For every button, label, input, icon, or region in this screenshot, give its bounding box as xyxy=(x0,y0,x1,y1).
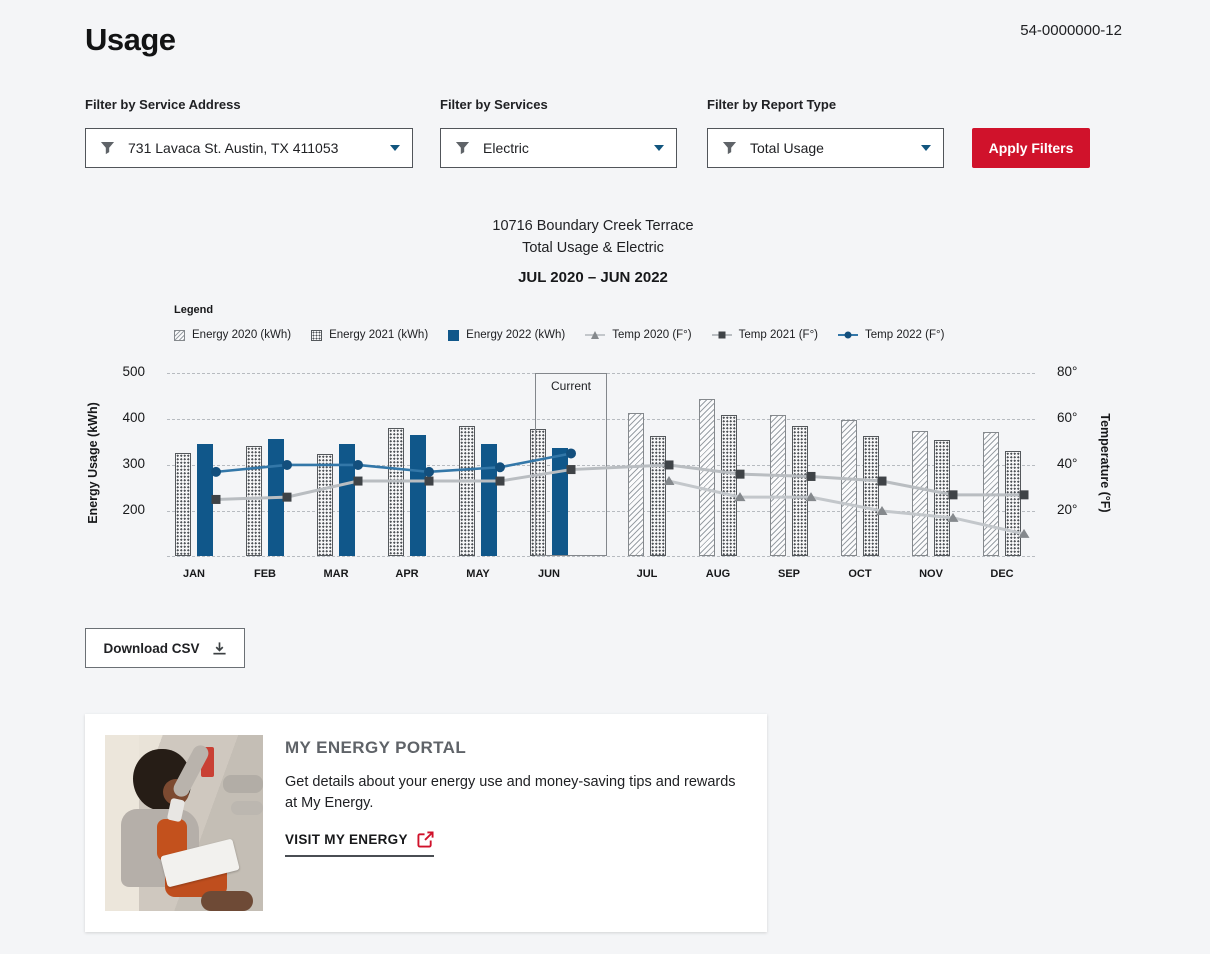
account-number: 54-0000000-12 xyxy=(1020,22,1122,39)
visit-my-energy-label: VISIT MY ENERGY xyxy=(285,832,408,847)
y-right-tick: 60° xyxy=(1057,410,1101,425)
month-label-sep: SEP xyxy=(759,568,819,580)
services-value: Electric xyxy=(483,140,646,156)
month-label-aug: AUG xyxy=(688,568,748,580)
services-dropdown[interactable]: Electric xyxy=(440,128,677,168)
marker-temp-2021-f- xyxy=(736,470,745,479)
chart-plot-area: Current xyxy=(167,373,1035,556)
marker-temp-2022-f- xyxy=(282,460,292,470)
y-left-tick: 500 xyxy=(99,364,145,379)
y-left-tick: 300 xyxy=(99,456,145,471)
legend-label: Temp 2020 (F°) xyxy=(612,329,691,341)
legend-marker-circle xyxy=(838,329,858,341)
chevron-down-icon xyxy=(921,145,931,151)
chart-title-block: 10716 Boundary Creek Terrace Total Usage… xyxy=(0,218,1186,286)
marker-temp-2021-f- xyxy=(567,465,576,474)
marker-temp-2021-f- xyxy=(949,490,958,499)
marker-temp-2022-f- xyxy=(424,467,434,477)
month-label-dec: DEC xyxy=(972,568,1032,580)
y-right-tick: 20° xyxy=(1057,502,1101,517)
chart-legend: Legend Energy 2020 (kWh) Energy 2021 (kWh… xyxy=(174,304,944,341)
external-link-icon xyxy=(417,831,434,848)
month-label-mar: MAR xyxy=(306,568,366,580)
filter-funnel-icon xyxy=(722,141,737,156)
marker-temp-2021-f- xyxy=(496,477,505,486)
apply-filters-button[interactable]: Apply Filters xyxy=(972,128,1090,168)
marker-temp-2021-f- xyxy=(283,493,292,502)
download-csv-label: Download CSV xyxy=(103,641,199,656)
legend-label: Temp 2021 (F°) xyxy=(739,329,818,341)
month-label-oct: OCT xyxy=(830,568,890,580)
chart-subtitle: Total Usage & Electric xyxy=(0,240,1186,256)
filter-funnel-icon xyxy=(455,141,470,156)
download-icon xyxy=(212,641,227,656)
legend-marker-square xyxy=(712,329,732,341)
month-label-feb: FEB xyxy=(235,568,295,580)
y-left-tick: 200 xyxy=(99,502,145,517)
chevron-down-icon xyxy=(654,145,664,151)
marker-temp-2021-f- xyxy=(878,477,887,486)
service-address-value: 731 Lavaca St. Austin, TX 411053 xyxy=(128,140,382,156)
portal-body: Get details about your energy use and mo… xyxy=(285,772,737,814)
legend-items: Energy 2020 (kWh) Energy 2021 (kWh) Energy… xyxy=(174,329,944,341)
marker-temp-2021-f- xyxy=(665,460,674,469)
legend-item: Temp 2022 (F°) xyxy=(838,329,944,341)
month-label-may: MAY xyxy=(448,568,508,580)
marker-temp-2022-f- xyxy=(211,467,221,477)
marker-temp-2022-f- xyxy=(566,448,576,458)
report-type-dropdown[interactable]: Total Usage xyxy=(707,128,944,168)
legend-title: Legend xyxy=(174,304,944,316)
filter-label-report-type: Filter by Report Type xyxy=(707,97,836,112)
legend-label: Energy 2022 (kWh) xyxy=(466,329,565,341)
marker-temp-2021-f- xyxy=(212,495,221,504)
page-title: Usage xyxy=(85,22,176,58)
chart-period: JUL 2020 – JUN 2022 xyxy=(0,269,1186,286)
download-csv-button[interactable]: Download CSV xyxy=(85,628,245,668)
y-right-tick: 80° xyxy=(1057,364,1101,379)
legend-swatch-solid xyxy=(448,330,459,341)
legend-item: Energy 2020 (kWh) xyxy=(174,329,291,341)
marker-temp-2021-f- xyxy=(1020,490,1029,499)
portal-title: MY ENERGY PORTAL xyxy=(285,738,466,758)
legend-item: Temp 2021 (F°) xyxy=(712,329,818,341)
legend-item: Energy 2021 (kWh) xyxy=(311,329,428,341)
my-energy-portal-card: MY ENERGY PORTAL Get details about your … xyxy=(85,714,767,932)
usage-chart: Energy Usage (kWh) Temperature (°F) Curr… xyxy=(0,350,1210,595)
month-label-jun: JUN xyxy=(519,568,579,580)
legend-item: Energy 2022 (kWh) xyxy=(448,329,565,341)
baseline-gridline xyxy=(167,556,1035,557)
marker-temp-2021-f- xyxy=(807,472,816,481)
month-label-nov: NOV xyxy=(901,568,961,580)
legend-label: Energy 2021 (kWh) xyxy=(329,329,428,341)
chart-address-line: 10716 Boundary Creek Terrace xyxy=(0,218,1186,234)
marker-temp-2021-f- xyxy=(425,477,434,486)
report-type-value: Total Usage xyxy=(750,140,913,156)
y-right-tick: 40° xyxy=(1057,456,1101,471)
marker-temp-2021-f- xyxy=(354,477,363,486)
legend-swatch-dots xyxy=(311,330,322,341)
temperature-lines xyxy=(167,373,1035,556)
marker-temp-2022-f- xyxy=(353,460,363,470)
filter-funnel-icon xyxy=(100,141,115,156)
month-label-apr: APR xyxy=(377,568,437,580)
filter-label-services: Filter by Services xyxy=(440,97,548,112)
portal-photo xyxy=(105,735,263,911)
legend-marker-triangle xyxy=(585,329,605,341)
filter-label-service-address: Filter by Service Address xyxy=(85,97,241,112)
marker-temp-2022-f- xyxy=(495,462,505,472)
month-label-jan: JAN xyxy=(164,568,224,580)
legend-label: Temp 2022 (F°) xyxy=(865,329,944,341)
month-label-jul: JUL xyxy=(617,568,677,580)
visit-my-energy-link[interactable]: VISIT MY ENERGY xyxy=(285,831,434,857)
service-address-dropdown[interactable]: 731 Lavaca St. Austin, TX 411053 xyxy=(85,128,413,168)
legend-label: Energy 2020 (kWh) xyxy=(192,329,291,341)
chevron-down-icon xyxy=(390,145,400,151)
legend-swatch-diagonal xyxy=(174,330,185,341)
y-axis-title-energy: Energy Usage (kWh) xyxy=(86,363,100,563)
legend-item: Temp 2020 (F°) xyxy=(585,329,691,341)
y-left-tick: 400 xyxy=(99,410,145,425)
